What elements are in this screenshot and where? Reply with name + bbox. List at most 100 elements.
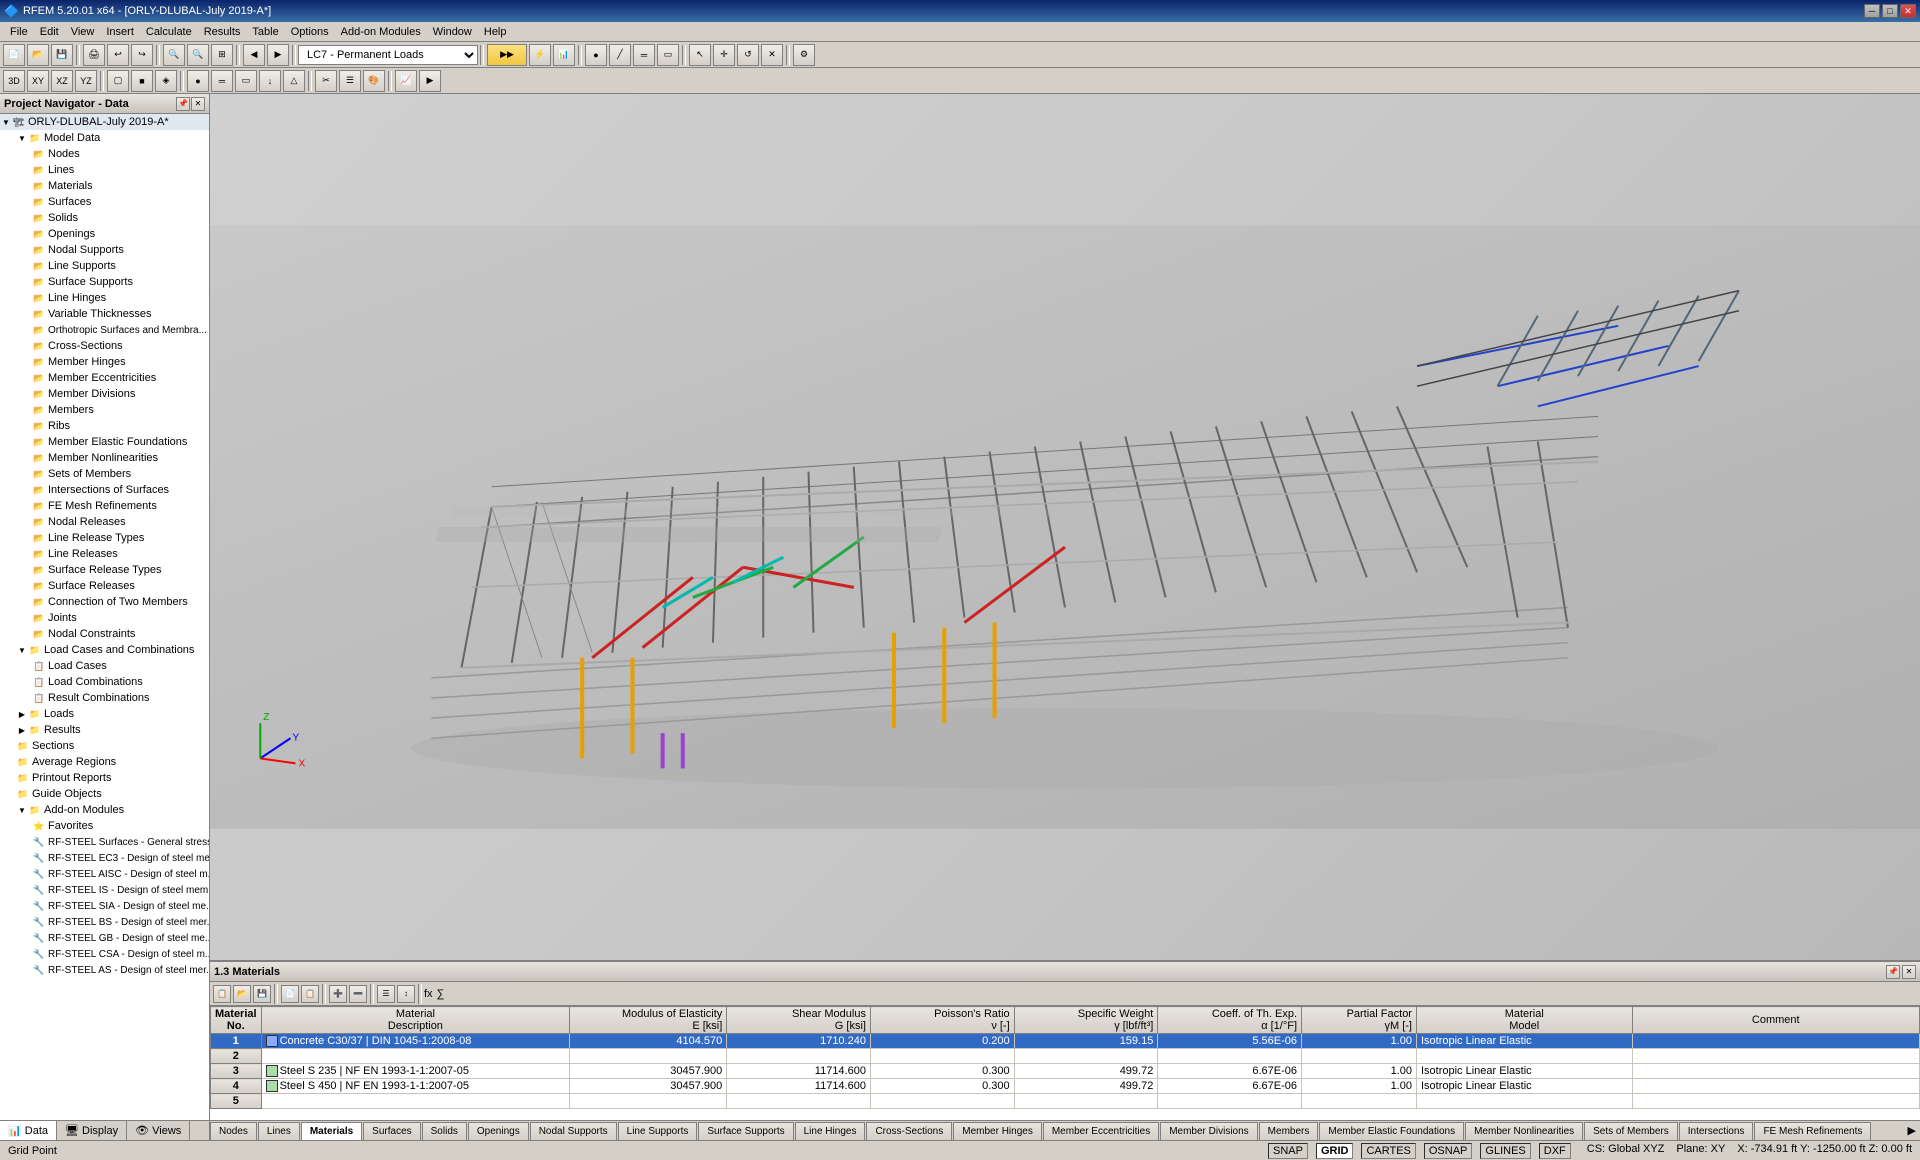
animation-btn[interactable]: ▶ <box>419 70 441 92</box>
tree-results[interactable]: ▶ 📁 Results <box>0 722 209 738</box>
cell-nu[interactable]: 0.300 <box>870 1079 1014 1094</box>
cell-alpha[interactable] <box>1158 1094 1302 1109</box>
tree-rf-steel-csa[interactable]: 🔧RF-STEEL CSA - Design of steel m... <box>0 946 209 962</box>
calc2-btn[interactable]: ⚡ <box>529 44 551 66</box>
select-btn[interactable]: ↖ <box>689 44 711 66</box>
filter-btn[interactable]: ☰ <box>339 70 361 92</box>
table-row[interactable]: 1Concrete C30/37 | DIN 1045-1:2008-08410… <box>211 1034 1920 1049</box>
3d-model-canvas[interactable]: Y X Z <box>210 94 1920 960</box>
cell-description[interactable]: Concrete C30/37 | DIN 1045-1:2008-08 <box>261 1034 570 1049</box>
result-diagram-btn[interactable]: 📈 <box>395 70 417 92</box>
cell-g[interactable] <box>727 1094 871 1109</box>
tree-loads[interactable]: ▶ 📁 Loads <box>0 706 209 722</box>
tree-lines[interactable]: 📂Lines <box>0 162 209 178</box>
tree-result-combinations[interactable]: 📋Result Combinations <box>0 690 209 706</box>
tab-display[interactable]: 🖥 Display <box>57 1121 127 1140</box>
pin-button[interactable]: 📌 <box>176 97 190 111</box>
menu-results[interactable]: Results <box>198 24 247 40</box>
table-paste-btn[interactable]: 📋 <box>301 985 319 1003</box>
cell-alpha[interactable]: 5.56E-06 <box>1158 1034 1302 1049</box>
tree-rf-steel-gb[interactable]: 🔧RF-STEEL GB - Design of steel me... <box>0 930 209 946</box>
cell-comment[interactable] <box>1632 1079 1919 1094</box>
maximize-button[interactable]: □ <box>1882 4 1898 18</box>
table-row[interactable]: 3Steel S 235 | NF EN 1993-1-1:2007-05304… <box>211 1064 1920 1079</box>
tab-intersections[interactable]: Intersections <box>1679 1122 1754 1140</box>
cell-gamma[interactable] <box>1014 1049 1158 1064</box>
tab-surface-supports[interactable]: Surface Supports <box>698 1122 793 1140</box>
tree-rf-steel-bs[interactable]: 🔧RF-STEEL BS - Design of steel mer... <box>0 914 209 930</box>
cell-g[interactable]: 11714.600 <box>727 1079 871 1094</box>
cell-e[interactable]: 30457.900 <box>570 1064 727 1079</box>
cell-description[interactable] <box>261 1094 570 1109</box>
tree-fe-mesh[interactable]: 📂FE Mesh Refinements <box>0 498 209 514</box>
tree-guide-objects[interactable]: 📁Guide Objects <box>0 786 209 802</box>
tree-rf-steel-as[interactable]: 🔧RF-STEEL AS - Design of steel mer... <box>0 962 209 978</box>
tree-nodal-constraints[interactable]: 📂Nodal Constraints <box>0 626 209 642</box>
cell-g[interactable]: 11714.600 <box>727 1064 871 1079</box>
save-btn[interactable]: 💾 <box>51 44 73 66</box>
view-xy-btn[interactable]: XY <box>27 70 49 92</box>
tree-project-root[interactable]: ▼ 🏗 ORLY-DLUBAL-July 2019-A* <box>0 114 209 130</box>
tree-member-nonlinearities[interactable]: 📂Member Nonlinearities <box>0 450 209 466</box>
cell-model[interactable]: Isotropic Linear Elastic <box>1416 1079 1632 1094</box>
cell-e[interactable] <box>570 1049 727 1064</box>
tree-nodes[interactable]: 📂Nodes <box>0 146 209 162</box>
show-nodes-btn[interactable]: ● <box>187 70 209 92</box>
grid-toggle[interactable]: GRID <box>1316 1143 1354 1159</box>
tab-member-nonlinearities[interactable]: Member Nonlinearities <box>1465 1122 1583 1140</box>
cell-comment[interactable] <box>1632 1034 1919 1049</box>
cell-comment[interactable] <box>1632 1049 1919 1064</box>
cell-e[interactable] <box>570 1094 727 1109</box>
tab-sets-of-members[interactable]: Sets of Members <box>1584 1122 1678 1140</box>
view-yz-btn[interactable]: YZ <box>75 70 97 92</box>
wireframe-btn[interactable]: ▢ <box>107 70 129 92</box>
redo-btn[interactable]: ↪ <box>131 44 153 66</box>
table-copy-btn[interactable]: 📄 <box>281 985 299 1003</box>
tree-variable-thicknesses[interactable]: 📂Variable Thicknesses <box>0 306 209 322</box>
menu-options[interactable]: Options <box>285 24 335 40</box>
menu-table[interactable]: Table <box>246 24 284 40</box>
cell-g[interactable] <box>727 1049 871 1064</box>
tab-member-elastic-foundations[interactable]: Member Elastic Foundations <box>1319 1122 1464 1140</box>
tab-solids[interactable]: Solids <box>422 1122 467 1140</box>
show-surfaces-btn[interactable]: ▭ <box>235 70 257 92</box>
calc3-btn[interactable]: 📊 <box>553 44 575 66</box>
viewport[interactable]: Y X Z <box>210 94 1920 960</box>
tree-member-eccentricities[interactable]: 📂Member Eccentricities <box>0 370 209 386</box>
zoom-in-btn[interactable]: 🔍 <box>163 44 185 66</box>
close-panel-button[interactable]: ✕ <box>191 97 205 111</box>
tree-favorites[interactable]: ⭐Favorites <box>0 818 209 834</box>
tree-line-supports[interactable]: 📂Line Supports <box>0 258 209 274</box>
tree-openings[interactable]: 📂Openings <box>0 226 209 242</box>
tree-member-elastic-foundations[interactable]: 📂Member Elastic Foundations <box>0 434 209 450</box>
show-members-btn[interactable]: ═ <box>211 70 233 92</box>
cell-description[interactable]: Steel S 450 | NF EN 1993-1-1:2007-05 <box>261 1079 570 1094</box>
scroll-tabs-right[interactable]: ▶ <box>1904 1124 1920 1137</box>
menu-window[interactable]: Window <box>427 24 478 40</box>
rotate-btn[interactable]: ↺ <box>737 44 759 66</box>
menu-help[interactable]: Help <box>478 24 513 40</box>
display-settings-btn[interactable]: ⚙ <box>793 44 815 66</box>
tree-line-hinges[interactable]: 📂Line Hinges <box>0 290 209 306</box>
move-btn[interactable]: ✛ <box>713 44 735 66</box>
tree-solids[interactable]: 📂Solids <box>0 210 209 226</box>
minimize-button[interactable]: ─ <box>1864 4 1880 18</box>
close-button[interactable]: ✕ <box>1900 4 1916 18</box>
tab-nodes[interactable]: Nodes <box>210 1122 257 1140</box>
tab-member-hinges[interactable]: Member Hinges <box>953 1122 1042 1140</box>
tree-surface-supports[interactable]: 📂Surface Supports <box>0 274 209 290</box>
zoom-all-btn[interactable]: ⊞ <box>211 44 233 66</box>
tree-orthotropic[interactable]: 📂Orthotropic Surfaces and Membra... <box>0 322 209 338</box>
show-loads-btn[interactable]: ↓ <box>259 70 281 92</box>
section-btn[interactable]: ✂ <box>315 70 337 92</box>
snap-toggle[interactable]: SNAP <box>1268 1143 1308 1159</box>
tree-member-hinges[interactable]: 📂Member Hinges <box>0 354 209 370</box>
zoom-out-btn[interactable]: 🔍 <box>187 44 209 66</box>
tree-addon-modules[interactable]: ▼ 📁 Add-on Modules <box>0 802 209 818</box>
tree-rf-steel-surfaces[interactable]: 🔧RF-STEEL Surfaces - General stress... <box>0 834 209 850</box>
tab-fe-mesh-refinements[interactable]: FE Mesh Refinements <box>1754 1122 1871 1140</box>
line-btn[interactable]: ╱ <box>609 44 631 66</box>
view-xz-btn[interactable]: XZ <box>51 70 73 92</box>
tree-load-cases-combinations[interactable]: ▼ 📁 Load Cases and Combinations <box>0 642 209 658</box>
cell-model[interactable]: Isotropic Linear Elastic <box>1416 1034 1632 1049</box>
